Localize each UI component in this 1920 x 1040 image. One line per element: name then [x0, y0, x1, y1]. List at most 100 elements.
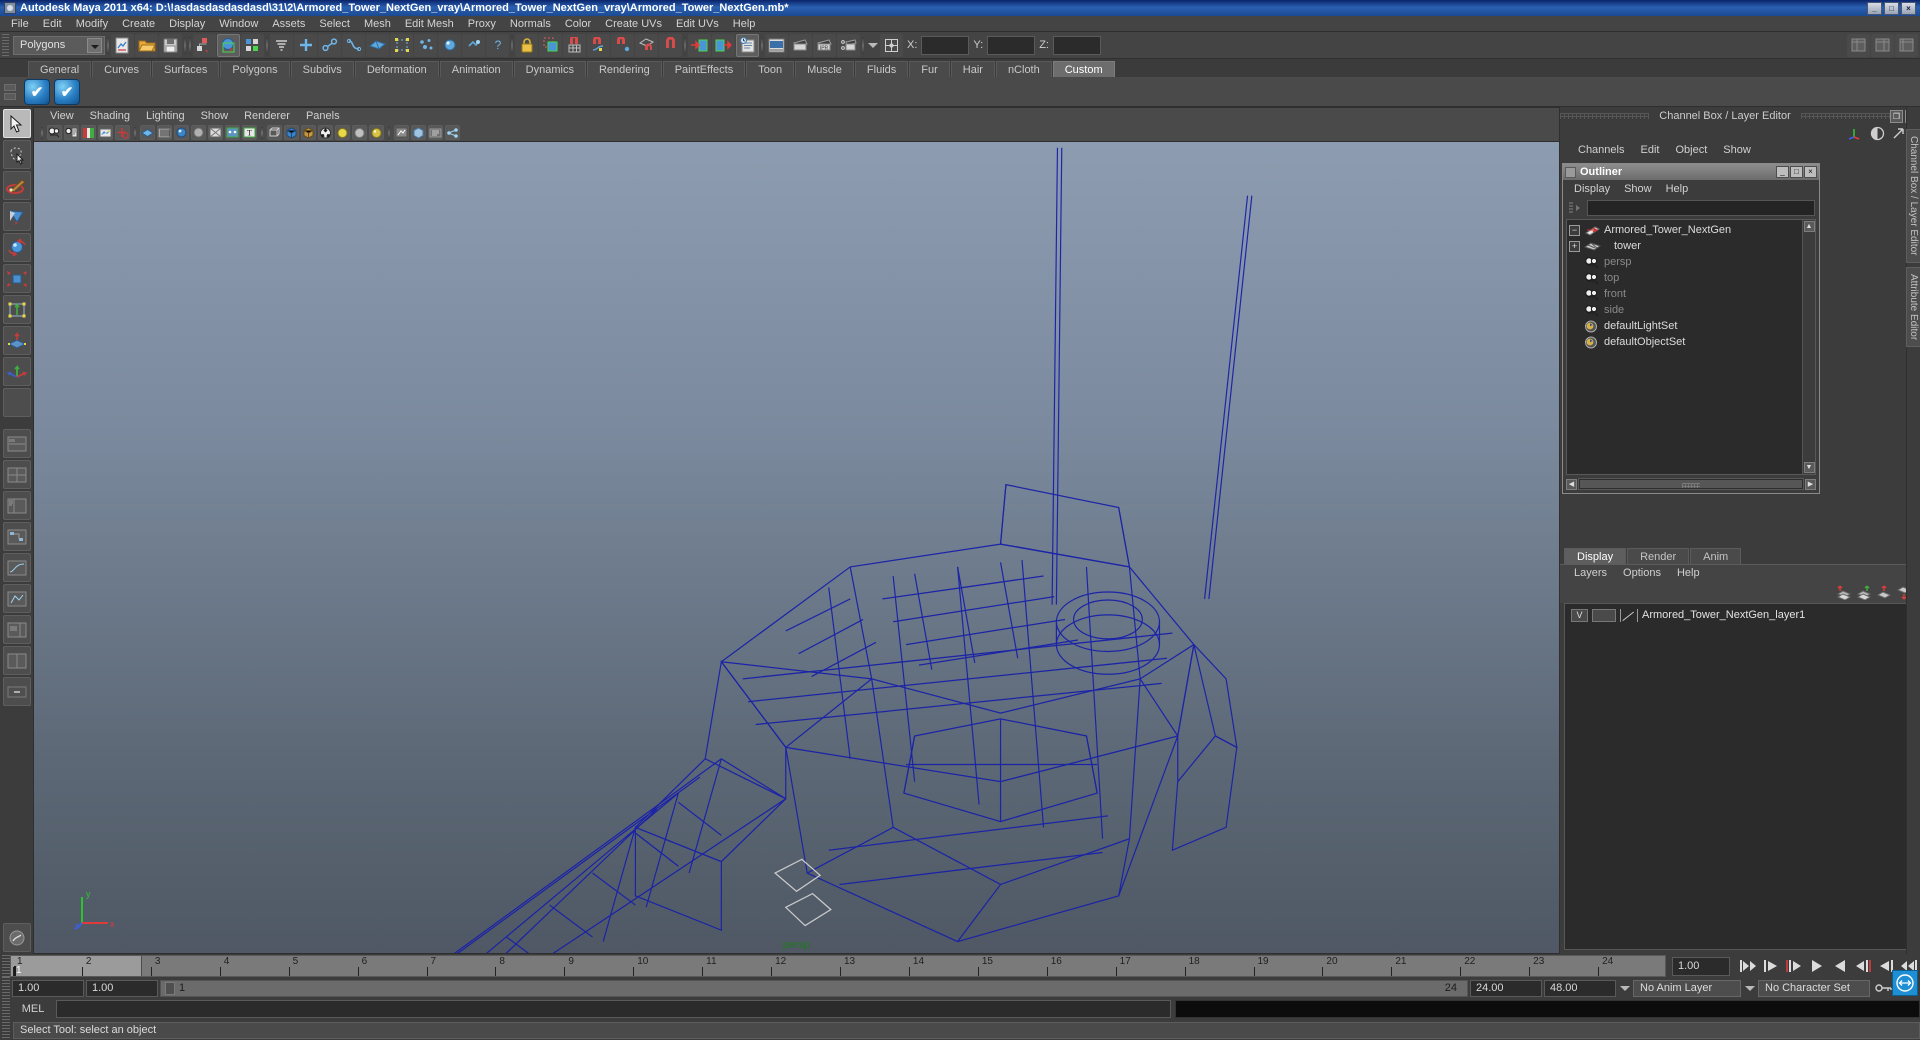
drag-handle-dots[interactable] [1560, 113, 1650, 119]
lock-selection-button[interactable] [515, 33, 538, 57]
shelf-tab-rendering[interactable]: Rendering [586, 61, 662, 77]
auto-key-button[interactable] [1872, 982, 1894, 994]
isolate-select-icon[interactable] [411, 125, 426, 140]
close-button[interactable]: × [1901, 1, 1916, 15]
show-attribute-editor-button[interactable] [1871, 33, 1894, 57]
ipr-render-button[interactable]: IPR [813, 33, 836, 57]
quick-layout-outliner-persp[interactable] [2, 491, 31, 520]
help-line-grip[interactable] [2, 1019, 10, 1040]
bounding-box-display-icon[interactable] [267, 125, 282, 140]
snap-to-point-button[interactable] [611, 33, 634, 57]
shelf-item-checkmark-2[interactable]: ✔ [54, 78, 80, 105]
hscroll-track[interactable] [1578, 478, 1804, 490]
open-scene-button[interactable] [135, 33, 158, 57]
shelf-tab-polygons[interactable]: Polygons [220, 61, 290, 77]
outliner-minimize-button[interactable]: _ [1776, 166, 1789, 178]
command-input[interactable] [56, 1000, 1171, 1018]
anim-end-time-field[interactable]: 48.00 [1544, 979, 1616, 997]
time-slider-grip[interactable] [2, 955, 10, 977]
quick-layout-four-view[interactable] [2, 460, 31, 489]
chevron-down-icon[interactable] [87, 37, 102, 53]
menu-mesh[interactable]: Mesh [357, 16, 398, 32]
mask-rendering-button[interactable] [438, 33, 461, 57]
drag-handle-dots[interactable] [1800, 113, 1890, 119]
menu-proxy[interactable]: Proxy [461, 16, 503, 32]
hardware-texturing-icon[interactable]: T [242, 125, 257, 140]
chevron-down-icon[interactable] [1743, 980, 1756, 997]
load-selected-into-input-button[interactable] [688, 33, 711, 57]
scene-lights-icon[interactable] [369, 125, 384, 140]
shelf-tab-curves[interactable]: Curves [92, 61, 151, 77]
show-tool-settings-button[interactable] [1895, 33, 1918, 57]
universal-manipulator-tool[interactable] [2, 295, 31, 324]
quick-layout-persp-outliner[interactable] [2, 615, 31, 644]
wireframe-shading-icon[interactable] [140, 125, 155, 140]
new-layer-from-selected-icon[interactable] [1856, 585, 1872, 600]
shelf-tab-surfaces[interactable]: Surfaces [151, 61, 220, 77]
quick-layout-uv-editor[interactable] [2, 584, 31, 613]
mask-handles-button[interactable] [318, 33, 341, 57]
play-forwards-button[interactable] [1828, 956, 1851, 977]
menu-color[interactable]: Color [558, 16, 598, 32]
two-d-pan-zoom-icon[interactable] [115, 125, 130, 140]
current-time-indicator[interactable]: 1 [11, 956, 142, 976]
all-lights-icon[interactable] [335, 125, 350, 140]
outliner-item-armored-tower-nextgen[interactable]: − Armored_Tower_NextGen [1567, 222, 1802, 238]
shelf-tab-animation[interactable]: Animation [439, 61, 513, 77]
smooth-shaded-cube-icon[interactable] [284, 125, 299, 140]
render-view-button[interactable] [765, 33, 788, 57]
hscroll-thumb[interactable] [1580, 480, 1802, 488]
last-tool-used[interactable] [2, 388, 31, 417]
mask-dynamics-button[interactable] [414, 33, 437, 57]
viewport-menu-shading[interactable]: Shading [82, 108, 138, 125]
command-language-label[interactable]: MEL [14, 1003, 52, 1015]
use-default-lighting-icon[interactable] [318, 125, 333, 140]
vtab-channel-box-layer-editor[interactable]: Channel Box / Layer Editor [1906, 129, 1920, 263]
scroll-down-icon[interactable]: ▼ [1803, 462, 1815, 473]
move-layer-up-icon[interactable] [1876, 585, 1892, 600]
outliner-item-side[interactable]: side [1567, 302, 1802, 318]
share-viewport-icon[interactable] [445, 125, 460, 140]
layer-menu-help[interactable]: Help [1669, 567, 1708, 579]
go-to-start-button[interactable] [1736, 956, 1759, 977]
select-by-object-type-button[interactable] [217, 33, 240, 57]
quick-layout-hypergraph[interactable] [2, 522, 31, 551]
step-back-key-button[interactable] [1759, 956, 1782, 977]
menu-window[interactable]: Window [212, 16, 265, 32]
save-scene-button[interactable] [159, 33, 182, 57]
menu-create[interactable]: Create [115, 16, 162, 32]
select-camera-icon[interactable] [47, 125, 62, 140]
shelf-tab-hair[interactable]: Hair [950, 61, 995, 77]
toolbar-grip[interactable] [2, 34, 9, 56]
display-layer-list[interactable]: V Armored_Tower_NextGen_layer1 [1564, 603, 1916, 950]
outliner-item-top[interactable]: top [1567, 270, 1802, 286]
selection-mask-combo[interactable]: Polygons [13, 35, 105, 55]
textured-cube-icon[interactable] [301, 125, 316, 140]
image-plane-icon[interactable] [98, 125, 113, 140]
outliner-vertical-scrollbar[interactable]: ▲ ▼ [1802, 220, 1815, 474]
outliner-tree[interactable]: − Armored_Tower_NextGen + tower persp to… [1566, 219, 1816, 475]
scroll-up-icon[interactable]: ▲ [1803, 221, 1815, 232]
shelf-options-handle[interactable] [4, 78, 20, 106]
vtab-attribute-editor[interactable]: Attribute Editor [1906, 266, 1920, 347]
high-quality-rendering-icon[interactable] [394, 125, 409, 140]
shelf-tab-dynamics[interactable]: Dynamics [513, 61, 586, 77]
playback-end-time-field[interactable]: 24.00 [1470, 979, 1542, 997]
outliner-item-front[interactable]: front [1567, 286, 1802, 302]
shelf-tab-muscle[interactable]: Muscle [795, 61, 854, 77]
time-slider[interactable]: 1 1 2 3 4 5 6 7 8 9 10 11 12 13 14 15 16 17 18 19 20 21 22 23 2… [10, 955, 1666, 977]
menu-edit[interactable]: Edit [36, 16, 69, 32]
toggle-attribute-editor-button[interactable] [736, 33, 759, 57]
outliner-item-tower[interactable]: + tower [1567, 238, 1802, 254]
tab-render[interactable]: Render [1627, 548, 1690, 564]
menu-edit-uvs[interactable]: Edit UVs [669, 16, 726, 32]
viewport-menu-renderer[interactable]: Renderer [236, 108, 298, 125]
select-by-hierarchy-button[interactable] [193, 33, 216, 57]
highlight-selection-button[interactable] [539, 33, 562, 57]
help-mask-button[interactable]: ? [486, 33, 509, 57]
playback-start-time-field[interactable]: 1.00 [86, 979, 158, 997]
chevron-down-icon[interactable] [1618, 980, 1631, 997]
shelf-tab-subdivs[interactable]: Subdivs [290, 61, 354, 77]
tab-anim[interactable]: Anim [1690, 548, 1742, 564]
render-settings-button[interactable] [837, 33, 860, 57]
